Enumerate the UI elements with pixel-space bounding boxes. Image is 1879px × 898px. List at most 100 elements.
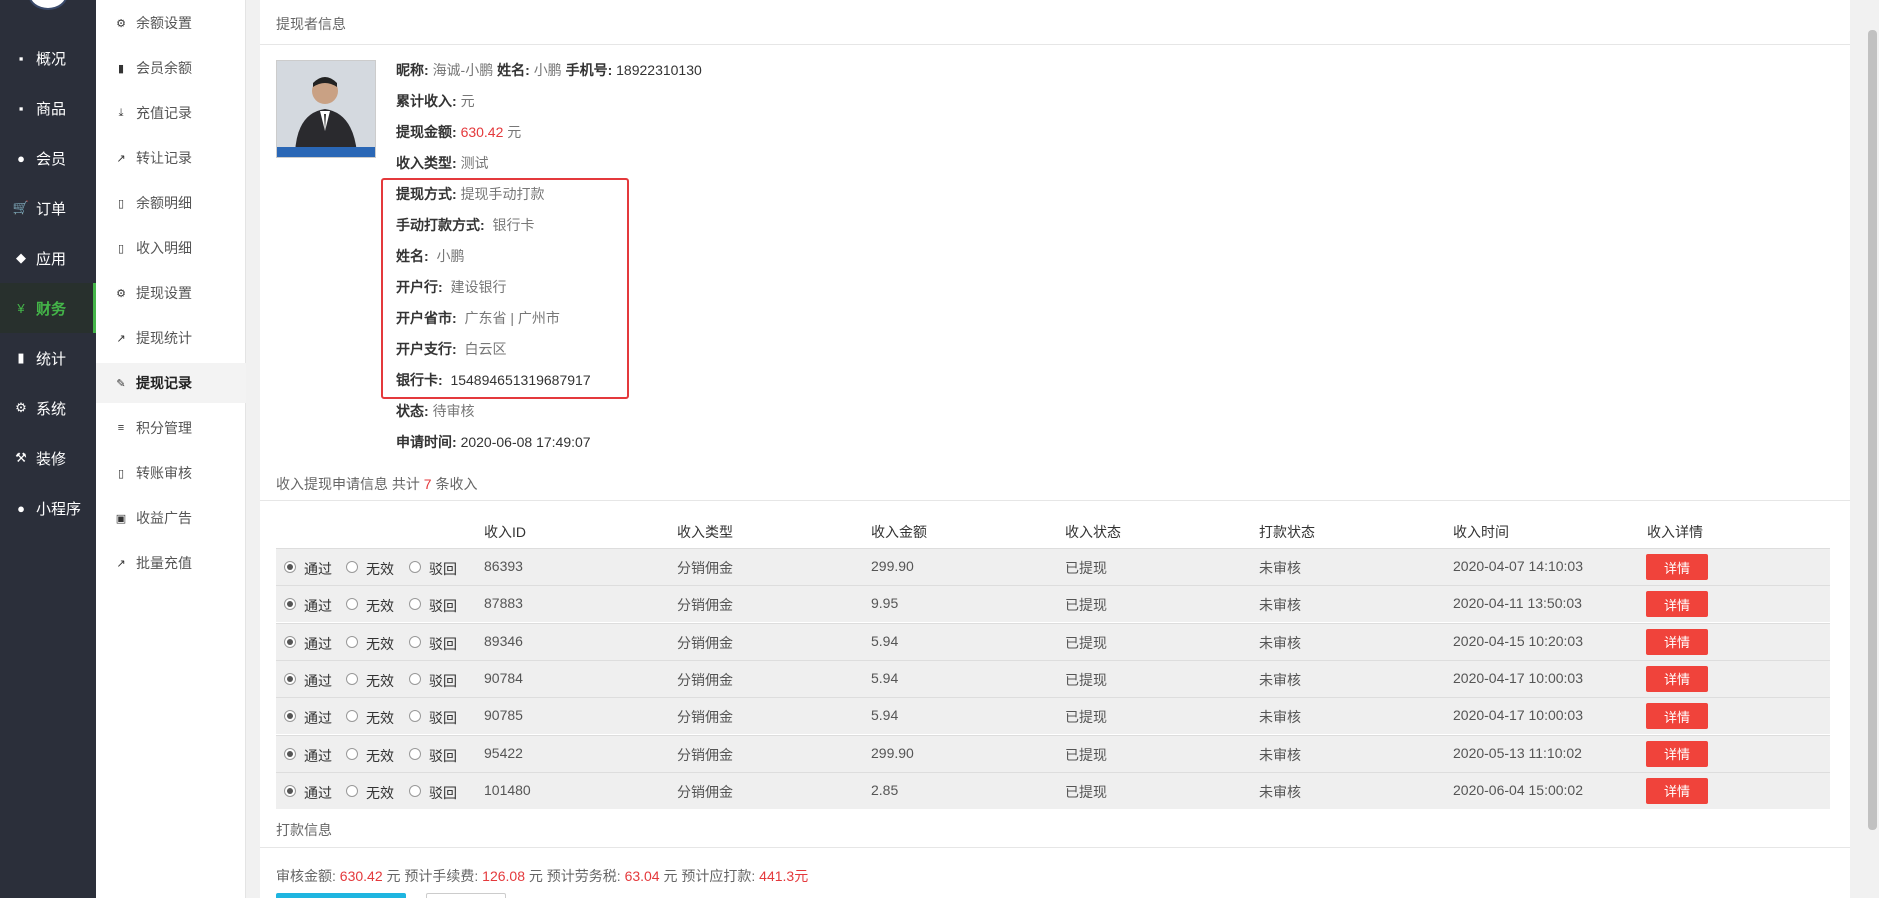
nav-item-label: 概况 [36, 50, 67, 68]
apply-time-value: 2020-06-08 17:49:07 [460, 434, 591, 450]
detail-button[interactable]: 详情 [1646, 703, 1708, 730]
radio-label: 驳回 [429, 635, 457, 652]
confirm-button[interactable] [276, 893, 406, 898]
radio-reject[interactable] [409, 747, 421, 760]
radio-approve[interactable] [284, 635, 296, 648]
province-value: 广东省 | 广州市 [464, 310, 560, 326]
name-value: 小鹏 [533, 62, 562, 78]
payment-summary: 审核金额: 630.42 元 预计手续费: 126.08 元 预计劳务税: 63… [276, 866, 808, 886]
radio-approve[interactable] [284, 784, 296, 797]
back-button[interactable] [426, 893, 506, 898]
cell-id: 89346 [484, 632, 523, 649]
sub-nav-item[interactable]: ⚙ 提现设置 [96, 273, 246, 313]
radio-reject[interactable] [409, 672, 421, 685]
sub-nav-item[interactable]: ⤓ 充值记录 [96, 93, 246, 133]
cell-time: 2020-04-07 14:10:03 [1453, 558, 1583, 574]
fee-value: 126.08 [482, 868, 525, 884]
branch-line: 开户支行: 白云区 [396, 339, 506, 359]
users-icon: ● [17, 150, 25, 166]
radio-invalid[interactable] [346, 672, 358, 685]
nav-item-label: 财务 [36, 300, 67, 318]
nav-item[interactable]: ● 会员 [0, 133, 96, 183]
radio-invalid[interactable] [346, 784, 358, 797]
status-line: 状态: 待审核 [396, 401, 475, 421]
radio-approve[interactable] [284, 747, 296, 760]
image-icon: ▣ [115, 512, 127, 525]
sub-nav-item-label: 批量充值 [136, 555, 192, 571]
sub-nav-item[interactable]: ▯ 余额明细 [96, 183, 246, 223]
total-income-label: 累计收入: [396, 93, 457, 109]
income-summary-prefix: 收入提现申请信息 共计 [276, 476, 420, 492]
detail-button[interactable]: 详情 [1646, 628, 1708, 655]
sub-nav-item[interactable]: ↗ 批量充值 [96, 543, 246, 583]
sub-nav-item[interactable]: ▯ 转账审核 [96, 453, 246, 493]
radio-reject[interactable] [409, 561, 421, 573]
sub-nav-item[interactable]: ▣ 收益广告 [96, 498, 246, 538]
nav-item[interactable]: ▪ 概况 [0, 33, 96, 83]
line-chart-icon: ↗ [116, 332, 126, 345]
radio-approve[interactable] [284, 561, 296, 573]
sub-nav-item[interactable]: ≡ 积分管理 [96, 408, 246, 448]
page-scrollbar[interactable] [1866, 0, 1879, 898]
sub-nav-item[interactable]: ↗ 提现统计 [96, 318, 246, 358]
cell-pay-status: 未审核 [1259, 783, 1301, 800]
nav-item[interactable]: 🛒 订单 [0, 183, 96, 233]
nav-item[interactable]: ¥ 财务 [0, 283, 96, 333]
table-row: 通过 无效 驳回 101480 分销佣金 2.85 已提现 未审核 2020-06-04 15:… [276, 771, 1830, 809]
radio-reject[interactable] [409, 635, 421, 648]
phone-value: 18922310130 [616, 62, 702, 78]
sub-nav-item[interactable]: ▮ 会员余额 [96, 48, 246, 88]
nav-item[interactable]: ◆ 应用 [0, 233, 96, 283]
radio-invalid[interactable] [346, 561, 358, 573]
province-line: 开户省市: 广东省 | 广州市 [396, 308, 560, 328]
radio-invalid[interactable] [346, 598, 358, 611]
radio-invalid[interactable] [346, 747, 358, 760]
column-header: 收入状态 [1065, 524, 1121, 540]
sub-nav-item-label: 积分管理 [136, 420, 192, 436]
detail-button[interactable]: 详情 [1646, 740, 1708, 767]
radio-approve[interactable] [284, 672, 296, 685]
radio-invalid[interactable] [346, 635, 358, 648]
radio-invalid[interactable] [346, 710, 358, 723]
radio-reject[interactable] [409, 784, 421, 797]
bar-chart-icon: ▮ [17, 350, 25, 365]
payable-label: 元 预计应打款: [663, 868, 756, 884]
radio-label: 通过 [304, 747, 332, 764]
sub-nav-item[interactable]: ✎ 提现记录 [96, 363, 246, 403]
detail-button[interactable]: 详情 [1646, 591, 1708, 618]
nav-item[interactable]: ▮ 统计 [0, 333, 96, 383]
sub-nav-item[interactable]: ▯ 收入明细 [96, 228, 246, 268]
sub-nav-item-label: 转让记录 [136, 150, 192, 166]
total-income-line: 累计收入: 元 [396, 91, 475, 111]
sub-nav-item[interactable]: ⚙ 余额设置 [96, 3, 246, 43]
audit-label: 审核金额: [276, 868, 336, 884]
nav-item[interactable]: ⚙ 系统 [0, 383, 96, 433]
cell-id: 87883 [484, 595, 523, 612]
detail-button[interactable]: 详情 [1646, 777, 1708, 804]
status-label: 状态: [396, 403, 429, 419]
manual-method-label: 手动打款方式: [396, 217, 485, 233]
radio-approve[interactable] [284, 710, 296, 723]
radio-label: 无效 [366, 784, 394, 801]
avatar-photo-icon [277, 61, 375, 157]
radio-reject[interactable] [409, 598, 421, 611]
apply-time-label: 申请时间: [396, 434, 457, 450]
cell-amount: 299.90 [871, 558, 914, 574]
radio-label: 通过 [304, 672, 332, 689]
scrollbar-thumb[interactable] [1868, 30, 1877, 830]
logo[interactable] [28, 0, 68, 10]
nav-item[interactable]: ⚒ 装修 [0, 433, 96, 483]
nav-item[interactable]: ● 小程序 [0, 483, 96, 533]
cell-pay-status: 未审核 [1259, 746, 1301, 763]
nav-item[interactable]: ▪ 商品 [0, 83, 96, 133]
table-row: 通过 无效 驳回 90785 分销佣金 5.94 已提现 未审核 2020-04-17 10:0… [276, 697, 1830, 735]
radio-approve[interactable] [284, 598, 296, 611]
cell-id: 101480 [484, 781, 531, 798]
detail-button[interactable]: 详情 [1646, 665, 1708, 692]
radio-reject[interactable] [409, 710, 421, 723]
table-row: 通过 无效 驳回 86393 分销佣金 299.90 已提现 未审核 2020-04-07 14… [276, 548, 1830, 585]
sub-nav-item[interactable]: ↗ 转让记录 [96, 138, 246, 178]
income-type-line: 收入类型: 测试 [396, 153, 489, 173]
branch-value: 白云区 [464, 341, 507, 357]
detail-button[interactable]: 详情 [1646, 554, 1708, 580]
